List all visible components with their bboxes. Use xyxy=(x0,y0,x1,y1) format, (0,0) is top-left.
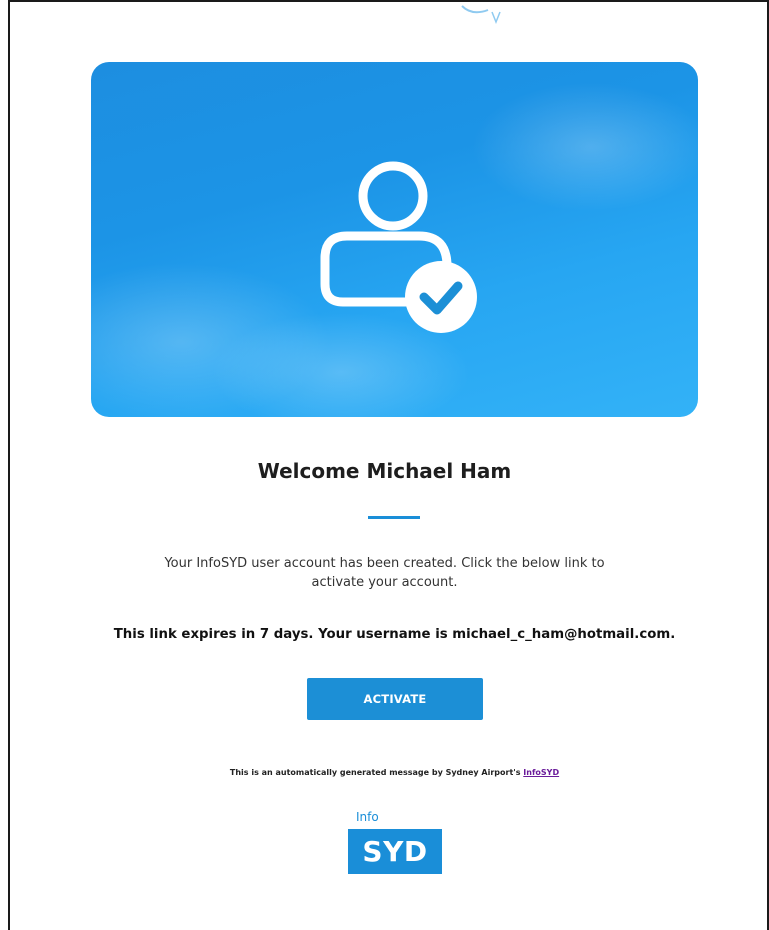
expiry-username-text: This link expires in 7 days. Your userna… xyxy=(113,627,676,642)
infosyd-logo: SYD xyxy=(348,829,442,874)
welcome-heading: Welcome Michael Ham xyxy=(257,459,512,483)
footer-prefix: This is an automatically generated messa… xyxy=(229,768,524,777)
user-check-icon xyxy=(320,161,477,333)
footer-note: This is an automatically generated messa… xyxy=(0,768,769,777)
activate-button[interactable]: ACTIVATE xyxy=(307,678,483,720)
logo-info-text: Info xyxy=(356,810,379,824)
top-logo-fragment-icon xyxy=(461,5,501,25)
heading-divider xyxy=(368,516,420,519)
account-created-text: Your InfoSYD user account has been creat… xyxy=(164,556,605,590)
infosyd-link[interactable]: InfoSYD xyxy=(523,768,559,777)
hero-banner xyxy=(91,62,698,417)
